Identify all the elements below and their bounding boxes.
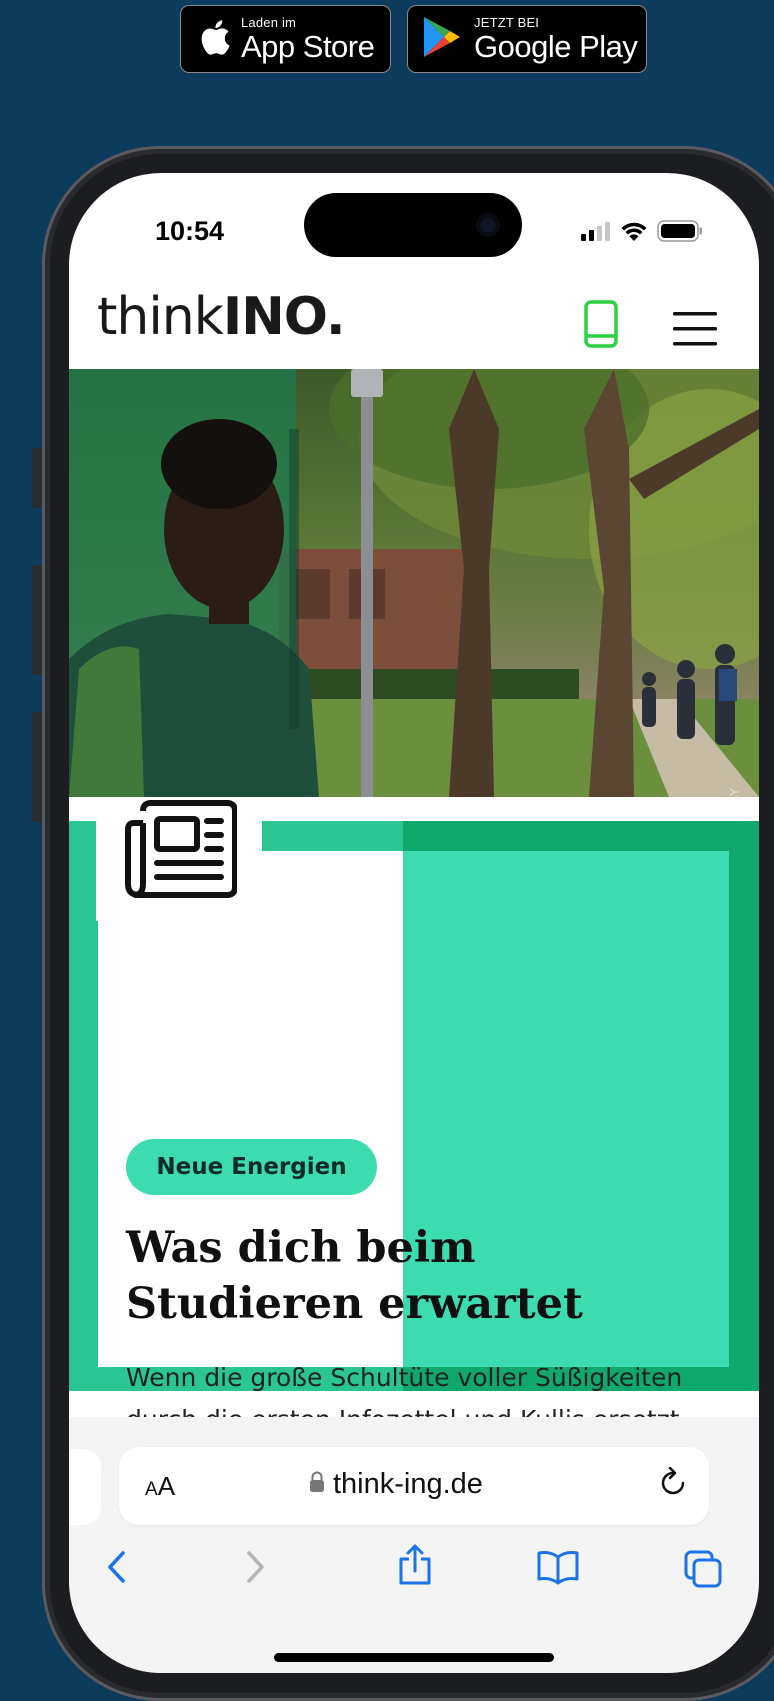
text-size-big-a: A bbox=[157, 1471, 176, 1501]
tabs-icon bbox=[684, 1550, 722, 1588]
thinking-logo[interactable]: thinkINO. bbox=[97, 287, 346, 347]
image-credit: PIXABAY bbox=[727, 787, 741, 797]
back-button[interactable] bbox=[105, 1549, 129, 1589]
wifi-icon bbox=[620, 221, 648, 246]
share-button[interactable] bbox=[397, 1543, 433, 1591]
status-icons bbox=[581, 220, 703, 246]
logo-bold-text: INO bbox=[222, 287, 327, 347]
side-button-action bbox=[32, 448, 42, 508]
menu-button[interactable] bbox=[673, 312, 719, 350]
article-teaser[interactable]: Neue Energien Was dich beim Studieren er… bbox=[69, 797, 759, 1518]
chevron-right-icon bbox=[247, 1551, 264, 1583]
dynamic-island bbox=[304, 193, 522, 257]
logo-thin-text: think bbox=[97, 287, 224, 347]
url-display[interactable]: think-ing.de bbox=[309, 1468, 483, 1501]
safari-bottom-bar: AA think-ing.de bbox=[69, 1417, 759, 1673]
side-button-volume-down bbox=[32, 712, 42, 822]
smartphone-icon bbox=[584, 300, 618, 348]
phone-screen: 10:54 thinkINO. Neue Energien Was dich b… bbox=[69, 173, 759, 1673]
student-campus-image bbox=[69, 369, 759, 797]
mobile-app-button[interactable] bbox=[584, 300, 618, 352]
chevron-left-icon bbox=[108, 1551, 125, 1583]
google-play-label: Google Play bbox=[474, 29, 638, 64]
home-indicator[interactable] bbox=[274, 1653, 554, 1662]
google-play-icon bbox=[422, 15, 462, 63]
app-store-badge[interactable]: Laden im App Store bbox=[180, 5, 391, 73]
article-title[interactable]: Was dich beim Studieren erwartet bbox=[126, 1220, 726, 1332]
apple-icon bbox=[197, 17, 231, 61]
previous-tab-preview[interactable] bbox=[69, 1449, 101, 1525]
side-button-volume-up bbox=[32, 565, 42, 675]
hamburger-icon bbox=[673, 312, 717, 346]
forward-button[interactable] bbox=[243, 1549, 267, 1589]
site-header: thinkINO. bbox=[69, 273, 759, 369]
share-icon bbox=[399, 1544, 431, 1585]
text-size-small-a: A bbox=[145, 1479, 158, 1500]
camera-icon bbox=[476, 213, 500, 237]
newspaper-icon bbox=[125, 799, 238, 903]
book-icon bbox=[537, 1551, 579, 1585]
lock-icon bbox=[309, 1468, 325, 1501]
hero-image[interactable]: PIXABAY bbox=[69, 369, 759, 797]
app-store-label: App Store bbox=[241, 29, 375, 64]
bookmarks-button[interactable] bbox=[536, 1549, 580, 1589]
reload-button[interactable] bbox=[659, 1466, 689, 1505]
app-store-small-label: Laden im bbox=[241, 15, 297, 30]
google-play-badge[interactable]: JETZT BEI Google Play bbox=[407, 5, 647, 73]
logo-dot: . bbox=[325, 287, 346, 347]
address-bar[interactable]: AA think-ing.de bbox=[119, 1447, 709, 1525]
browser-toolbar bbox=[69, 1544, 759, 1609]
status-time: 10:54 bbox=[155, 216, 225, 246]
battery-icon bbox=[657, 220, 703, 246]
text-size-button[interactable]: AA bbox=[145, 1471, 175, 1502]
google-play-small-label: JETZT BEI bbox=[474, 15, 540, 30]
signal-icon bbox=[581, 221, 611, 245]
category-tag[interactable]: Neue Energien bbox=[126, 1139, 377, 1195]
tabs-button[interactable] bbox=[683, 1549, 723, 1593]
url-text: think-ing.de bbox=[333, 1468, 483, 1500]
reload-icon bbox=[661, 1466, 685, 1495]
